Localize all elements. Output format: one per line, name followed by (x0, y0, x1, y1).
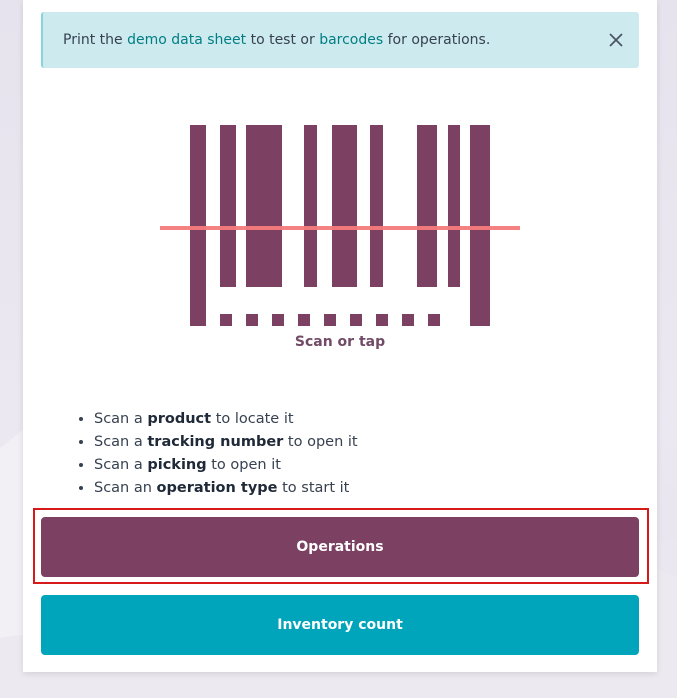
alert-message: Print the demo data sheet to test or bar… (63, 31, 490, 49)
tip-text: to open it (206, 457, 281, 473)
tip-text: to locate it (211, 411, 294, 427)
scan-or-tap-label: Scan or tap (294, 334, 386, 350)
tip-keyword: picking (147, 457, 207, 473)
close-icon (609, 33, 623, 47)
barcode-scanner-icon[interactable] (160, 122, 520, 332)
tip-item: Scan an operation type to start it (94, 477, 358, 500)
scan-tips-list: Scan a product to locate it Scan a track… (76, 408, 358, 500)
alert-text-3: for operations. (383, 32, 491, 48)
tip-text: Scan an (94, 480, 157, 496)
barcodes-link[interactable]: barcodes (319, 32, 383, 48)
tip-keyword: operation type (156, 480, 278, 496)
tip-keyword: product (147, 411, 212, 427)
tip-text: Scan a (94, 434, 148, 450)
inventory-count-button[interactable]: Inventory count (41, 595, 639, 655)
tip-item: Scan a product to locate it (94, 408, 358, 431)
tip-text: to open it (283, 434, 358, 450)
tip-keyword: tracking number (147, 434, 284, 450)
operations-button[interactable]: Operations (41, 517, 639, 577)
alert-text-2: to test or (246, 32, 320, 48)
tip-item: Scan a tracking number to open it (94, 431, 358, 454)
close-alert-button[interactable] (607, 31, 625, 49)
tip-item: Scan a picking to open it (94, 454, 358, 477)
demo-data-sheet-link[interactable]: demo data sheet (127, 32, 246, 48)
tip-text: to start it (277, 480, 350, 496)
tip-text: Scan a (94, 457, 148, 473)
info-alert: Print the demo data sheet to test or bar… (41, 12, 639, 68)
tip-text: Scan a (94, 411, 148, 427)
main-panel: Print the demo data sheet to test or bar… (23, 0, 657, 672)
alert-text-1: Print the (63, 32, 128, 48)
